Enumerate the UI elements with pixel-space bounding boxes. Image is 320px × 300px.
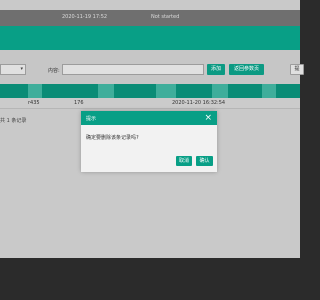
table-header [0, 84, 300, 98]
content-label: 内容: [48, 68, 60, 74]
filter-select[interactable]: ▾ [0, 64, 26, 75]
dialog-header: 提示 × [81, 111, 217, 125]
close-icon[interactable]: × [204, 112, 212, 124]
right-button[interactable]: 提 [290, 64, 304, 75]
confirm-dialog: 提示 × 确定要删除该条记录吗? 取消 确认 [81, 111, 217, 172]
top-status: Not started [151, 14, 180, 20]
dialog-title: 提示 [86, 116, 97, 122]
header-bar [0, 26, 300, 50]
top-date: 2020-11-19 17:52 [62, 14, 108, 20]
confirm-button[interactable]: 确认 [196, 156, 213, 166]
search-row: ▾ 内容: 添加 返回参数页 提 [0, 50, 304, 84]
chevron-down-icon: ▾ [20, 66, 23, 72]
cell-time: 2020-11-20 16:32:54 [172, 100, 226, 106]
return-button[interactable]: 返回参数页 [229, 64, 264, 75]
record-count: 共 1 条记录 [0, 118, 27, 124]
content-input[interactable] [62, 64, 204, 75]
top-status-strip: 2020-11-19 17:52 Not started [0, 10, 300, 26]
add-button[interactable]: 添加 [207, 64, 225, 75]
cancel-button[interactable]: 取消 [176, 156, 192, 166]
cell-value: 176 [74, 100, 84, 106]
table-row[interactable]: r435 176 2020-11-20 16:32:54 [0, 98, 300, 109]
cell-id: r435 [28, 100, 40, 106]
dialog-message: 确定要删除该条记录吗? [86, 135, 139, 141]
